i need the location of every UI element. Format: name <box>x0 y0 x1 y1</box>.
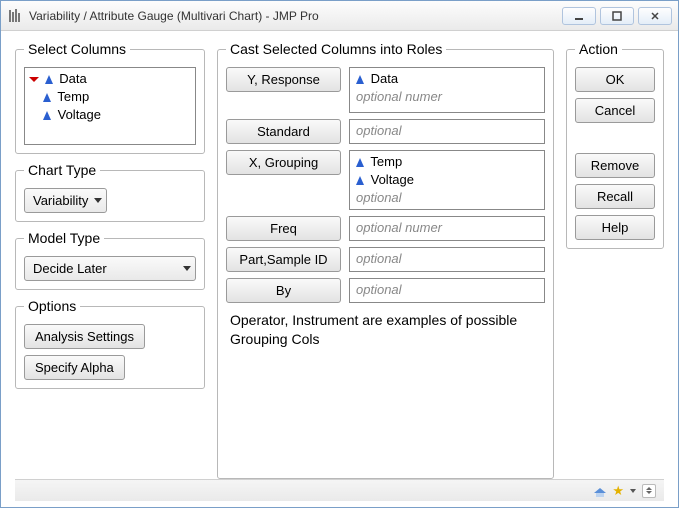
chevron-down-icon <box>94 198 102 203</box>
client-area: Select Columns Data Temp <box>1 31 678 507</box>
minimize-button[interactable] <box>562 7 596 25</box>
part-row: Part,Sample ID optional <box>226 247 545 272</box>
role-placeholder: optional <box>356 189 538 207</box>
by-row: By optional <box>226 278 545 303</box>
maximize-button[interactable] <box>600 7 634 25</box>
column-label: Data <box>59 71 86 86</box>
by-button[interactable]: By <box>226 278 341 303</box>
continuous-icon <box>43 93 51 102</box>
role-placeholder: optional numer <box>356 88 538 106</box>
roles-column: Cast Selected Columns into Roles Y, Resp… <box>217 41 554 479</box>
y-row: Y, Response Data optional numer <box>226 67 545 113</box>
model-type-value: Decide Later <box>33 261 107 276</box>
titlebar: Variability / Attribute Gauge (Multivari… <box>1 1 678 31</box>
app-icon <box>7 8 23 24</box>
roles-legend: Cast Selected Columns into Roles <box>226 41 446 57</box>
chevron-down-icon <box>183 266 191 271</box>
role-placeholder: optional <box>356 282 402 297</box>
column-label: Voltage <box>58 107 101 122</box>
role-item-label: Voltage <box>371 172 414 187</box>
continuous-icon <box>356 158 364 167</box>
freq-role-box[interactable]: optional numer <box>349 216 545 241</box>
close-button[interactable] <box>638 7 672 25</box>
options-legend: Options <box>24 298 80 314</box>
window-title: Variability / Attribute Gauge (Multivari… <box>29 9 562 23</box>
role-item-label: Data <box>371 71 398 86</box>
model-type-group: Model Type Decide Later <box>15 230 205 290</box>
cancel-button[interactable]: Cancel <box>575 98 655 123</box>
part-sample-id-button[interactable]: Part,Sample ID <box>226 247 341 272</box>
recall-button[interactable]: Recall <box>575 184 655 209</box>
select-columns-legend: Select Columns <box>24 41 130 57</box>
home-icon[interactable] <box>594 485 606 497</box>
freq-button[interactable]: Freq <box>226 216 341 241</box>
role-placeholder: optional <box>356 251 402 266</box>
standard-button[interactable]: Standard <box>226 119 341 144</box>
model-type-combo[interactable]: Decide Later <box>24 256 196 281</box>
freq-row: Freq optional numer <box>226 216 545 241</box>
continuous-icon <box>45 75 53 84</box>
left-column: Select Columns Data Temp <box>15 41 205 479</box>
star-icon[interactable]: ★ <box>612 483 624 499</box>
continuous-icon <box>43 111 51 120</box>
role-item-label: Temp <box>370 154 402 169</box>
list-item[interactable]: Voltage <box>29 106 191 124</box>
grouping-hint: Operator, Instrument are examples of pos… <box>230 311 541 349</box>
x-role-box[interactable]: Temp Voltage optional <box>349 150 545 210</box>
ok-button[interactable]: OK <box>575 67 655 92</box>
model-type-legend: Model Type <box>24 230 104 246</box>
standard-row: Standard optional <box>226 119 545 144</box>
role-item: Data <box>356 70 538 88</box>
continuous-icon <box>356 176 364 185</box>
y-role-box[interactable]: Data optional numer <box>349 67 545 113</box>
chart-type-group: Chart Type Variability <box>15 162 205 222</box>
analysis-settings-button[interactable]: Analysis Settings <box>24 324 145 349</box>
statusbar: ★ <box>15 479 664 501</box>
chevron-down-icon[interactable] <box>630 489 636 493</box>
options-group: Options Analysis Settings Specify Alpha <box>15 298 205 389</box>
role-item: Temp <box>356 153 538 171</box>
y-response-button[interactable]: Y, Response <box>226 67 341 92</box>
role-placeholder: optional numer <box>356 220 442 235</box>
window-controls <box>562 7 672 25</box>
remove-button[interactable]: Remove <box>575 153 655 178</box>
action-legend: Action <box>575 41 622 57</box>
resize-grip-icon[interactable] <box>642 484 656 498</box>
part-role-box[interactable]: optional <box>349 247 545 272</box>
list-item[interactable]: Temp <box>29 88 191 106</box>
main-row: Select Columns Data Temp <box>15 41 664 479</box>
x-row: X, Grouping Temp Voltage optional <box>226 150 545 210</box>
roles-group: Cast Selected Columns into Roles Y, Resp… <box>217 41 554 479</box>
action-column: Action OK Cancel Remove Recall Help <box>566 41 664 479</box>
app-window: Variability / Attribute Gauge (Multivari… <box>0 0 679 508</box>
chart-type-combo[interactable]: Variability <box>24 188 107 213</box>
list-item[interactable]: Data <box>29 70 191 88</box>
disclosure-icon <box>29 77 39 82</box>
help-button[interactable]: Help <box>575 215 655 240</box>
spacer <box>575 129 655 147</box>
columns-list[interactable]: Data Temp Voltage <box>24 67 196 145</box>
chart-type-legend: Chart Type <box>24 162 100 178</box>
chart-type-value: Variability <box>33 193 88 208</box>
role-item: Voltage <box>356 171 538 189</box>
by-role-box[interactable]: optional <box>349 278 545 303</box>
specify-alpha-button[interactable]: Specify Alpha <box>24 355 125 380</box>
select-columns-group: Select Columns Data Temp <box>15 41 205 154</box>
column-label: Temp <box>57 89 89 104</box>
action-group: Action OK Cancel Remove Recall Help <box>566 41 664 249</box>
action-stack: OK Cancel Remove Recall Help <box>575 67 655 240</box>
x-grouping-button[interactable]: X, Grouping <box>226 150 341 175</box>
continuous-icon <box>356 75 364 84</box>
role-placeholder: optional <box>356 123 402 138</box>
standard-role-box[interactable]: optional <box>349 119 545 144</box>
